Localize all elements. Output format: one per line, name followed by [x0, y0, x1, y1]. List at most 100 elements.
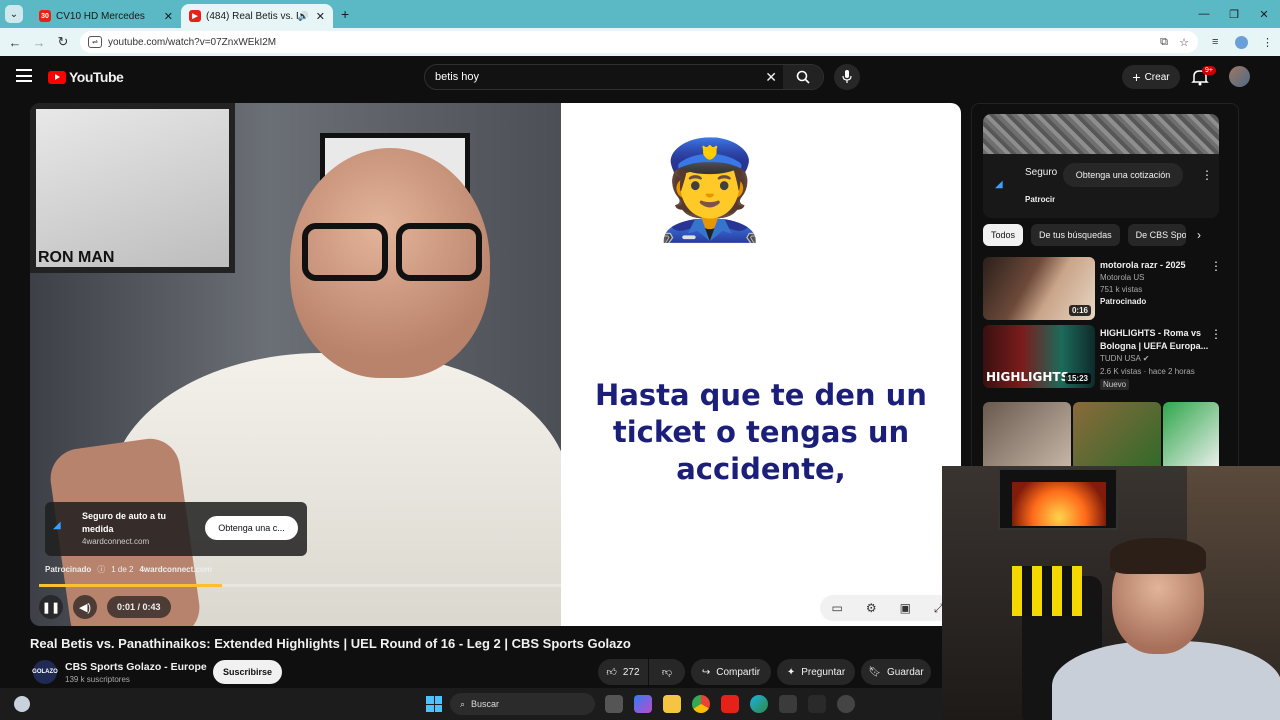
sidebar-ad[interactable]: ◢ Seguro de auto a tu medida Patrocinado… — [983, 114, 1219, 218]
plus-icon: + — [1132, 69, 1141, 85]
ask-label: Preguntar — [801, 666, 846, 678]
chip-todos[interactable]: Todos — [983, 224, 1024, 246]
chip-from-channel[interactable]: De CBS Sports — [1127, 224, 1186, 246]
clear-search-icon[interactable]: ✕ — [765, 69, 777, 86]
miniplayer-icon[interactable]: ▣ — [900, 601, 911, 615]
video-thumbnail[interactable]: 0:16 — [983, 257, 1095, 320]
hamburger-menu-icon[interactable] — [16, 69, 32, 82]
close-icon[interactable]: ✕ — [316, 10, 325, 23]
windows-start-icon[interactable] — [426, 696, 442, 712]
tab-favicon: 30 — [39, 10, 51, 22]
reading-list-icon[interactable]: ≡ — [1212, 36, 1218, 48]
ask-button[interactable]: ✦ Preguntar — [777, 659, 855, 685]
video-title[interactable]: HIGHLIGHTS - Roma vs Bologna | UEFA Euro… — [1100, 327, 1210, 353]
channel-avatar[interactable]: GOLAZO — [32, 660, 58, 684]
forward-icon[interactable]: → — [27, 35, 51, 50]
edge-icon[interactable] — [750, 695, 768, 713]
task-view-icon[interactable] — [605, 695, 623, 713]
more-options-icon[interactable]: ⋮ — [1201, 168, 1213, 182]
subscribe-button[interactable]: Suscribirse — [213, 660, 282, 684]
close-icon[interactable]: ✕ — [164, 10, 173, 23]
bookmark-icon: 🔖︎ — [868, 666, 881, 678]
more-options-icon[interactable]: ⋮ — [1210, 259, 1222, 273]
overlay-ad-card[interactable]: ◢ Seguro de auto a tu medida 4wardconnec… — [45, 502, 307, 556]
advertiser-logo-icon: ◢ — [53, 520, 61, 531]
share-button[interactable]: ↪ Compartir — [691, 659, 771, 685]
subtitles-icon[interactable]: ▭ — [831, 601, 842, 615]
site-info-icon[interactable]: ⇌ — [88, 36, 102, 48]
more-options-icon[interactable]: ⋮ — [1210, 327, 1222, 341]
youtube-logo[interactable]: YouTube — [48, 69, 124, 85]
ad-title: Seguro de auto a tu medida — [82, 511, 167, 534]
file-explorer-icon[interactable] — [663, 695, 681, 713]
video-duration: 0:16 — [1068, 305, 1091, 316]
video-player[interactable]: RON MAN 👮 Hasta que te den un ticket o t… — [30, 103, 961, 626]
ad-cta-button[interactable]: Obtenga una c... — [205, 516, 298, 540]
shorts-thumbnail-3[interactable] — [1163, 402, 1219, 472]
search-box[interactable]: betis hoy ✕ — [424, 64, 824, 90]
browser-tab-1[interactable]: 30 CV10 HD Mercedes ✕ — [31, 4, 181, 28]
fireplace-tv — [998, 468, 1118, 530]
sponsored-label: Patrocinado — [1100, 297, 1147, 306]
url-text[interactable]: youtube.com/watch?v=07ZnxWEkI2M — [108, 37, 276, 48]
verified-icon: ✔ — [1142, 354, 1150, 363]
sidebar-ad-sponsored: Patrocinado — [1025, 195, 1055, 204]
close-window-button[interactable]: ✕ — [1248, 0, 1280, 28]
tab-search-icon[interactable]: ⌄ — [5, 5, 23, 23]
related-video-2[interactable]: HIGHLIGHTS 15:23 HIGHLIGHTS - Roma vs Bo… — [983, 325, 1233, 390]
like-button[interactable]: 👍︎ 272 — [598, 659, 648, 685]
shorts-thumbnail-1[interactable] — [983, 402, 1071, 472]
shorts-thumbnail-2[interactable] — [1073, 402, 1161, 472]
chrome-icon[interactable] — [692, 695, 710, 713]
ad-domain-link[interactable]: 4wardconnect.com — [139, 565, 211, 574]
browser-tab-strip: ⌄ 30 CV10 HD Mercedes ✕ ▶ (484) Real Bet… — [0, 0, 1280, 28]
new-tab-button[interactable]: + — [341, 6, 349, 22]
video-thumbnail[interactable]: HIGHLIGHTS 15:23 — [983, 325, 1095, 388]
info-icon[interactable]: ⓘ — [97, 564, 105, 575]
poster-text: RON MAN — [38, 249, 115, 266]
video-channel[interactable]: TUDN USA ✔ — [1100, 354, 1149, 363]
profile-icon[interactable] — [1235, 35, 1248, 49]
ad-banner-image — [983, 114, 1219, 154]
related-video-1[interactable]: 0:16 motorola razr - 2025 Motorola US 75… — [983, 257, 1233, 321]
copilot-icon[interactable] — [634, 695, 652, 713]
app-icon[interactable] — [808, 695, 826, 713]
save-button[interactable]: 🔖︎ Guardar — [861, 659, 931, 685]
search-button[interactable] — [783, 65, 823, 89]
time-display: 0:01 / 0:43 — [107, 596, 171, 618]
reload-icon[interactable]: ↻ — [51, 34, 75, 50]
settings-gear-icon[interactable]: ⚙ — [866, 601, 877, 615]
speaker-icon[interactable]: 🔊 — [298, 11, 309, 22]
address-bar[interactable]: ⇌ youtube.com/watch?v=07ZnxWEkI2M ⧉ ☆ — [80, 31, 1198, 53]
menu-kebab-icon[interactable]: ⋮ — [1262, 36, 1273, 49]
create-button[interactable]: + Crear — [1122, 65, 1180, 89]
app-icon-2[interactable] — [837, 695, 855, 713]
store-icon[interactable] — [779, 695, 797, 713]
progress-fill — [39, 584, 222, 587]
thumbnail-text: HIGHLIGHTS — [986, 370, 1070, 384]
channel-name[interactable]: CBS Sports Golazo - Europe — [65, 661, 207, 673]
dislike-button[interactable]: 👎︎ — [649, 659, 685, 685]
maximize-button[interactable]: ❐ — [1218, 0, 1250, 28]
volume-icon[interactable]: ◀) — [73, 595, 97, 619]
chevron-right-icon[interactable]: › — [1197, 228, 1201, 242]
video-title[interactable]: motorola razr - 2025 — [1100, 259, 1210, 272]
pause-icon[interactable]: ❚❚ — [39, 595, 63, 619]
back-icon[interactable]: ← — [3, 35, 27, 50]
chip-from-searches[interactable]: De tus búsquedas — [1031, 224, 1120, 246]
browser-tab-2[interactable]: ▶ (484) Real Betis vs. Panathi 🔊 ✕ — [181, 4, 333, 28]
subscriber-count: 139 k suscriptores — [65, 675, 130, 684]
install-icon[interactable]: ⧉ — [1160, 36, 1168, 49]
account-avatar[interactable] — [1229, 66, 1250, 87]
microphone-icon[interactable] — [834, 64, 860, 90]
minimize-button[interactable]: — — [1188, 0, 1220, 28]
tab-title: (484) Real Betis vs. Panathi — [206, 10, 298, 22]
bookmark-star-icon[interactable]: ☆ — [1179, 36, 1189, 49]
weather-icon[interactable] — [14, 696, 30, 712]
youtube-app-icon[interactable] — [721, 695, 739, 713]
sidebar-ad-cta-button[interactable]: Obtenga una cotización — [1063, 163, 1183, 187]
video-channel[interactable]: Motorola US — [1100, 273, 1144, 282]
taskbar-search[interactable]: ⌕ Buscar — [450, 693, 595, 715]
progress-bar[interactable] — [39, 584, 952, 587]
sidebar: ◢ Seguro de auto a tu medida Patrocinado… — [971, 103, 1239, 473]
